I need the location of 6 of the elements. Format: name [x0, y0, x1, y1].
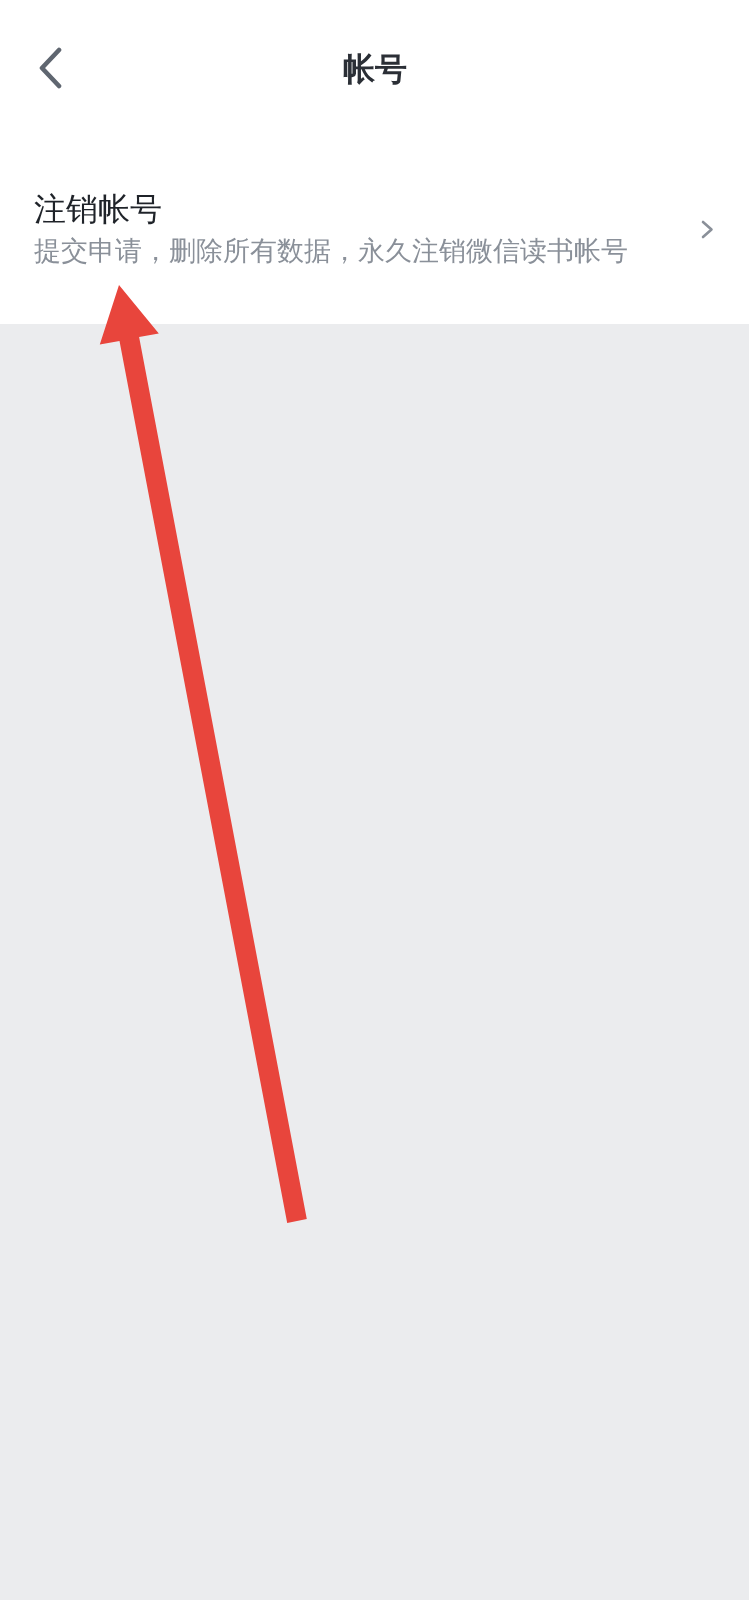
chevron-right-icon — [701, 219, 714, 239]
item-subtitle: 提交申请，删除所有数据，永久注销微信读书帐号 — [34, 234, 628, 268]
settings-item[interactable]: 注销帐号 提交申请，删除所有数据，永久注销微信读书帐号 — [0, 140, 749, 324]
page-title: 帐号 — [342, 49, 407, 90]
item-title: 注销帐号 — [34, 190, 163, 228]
back-chevron-icon — [37, 47, 63, 89]
